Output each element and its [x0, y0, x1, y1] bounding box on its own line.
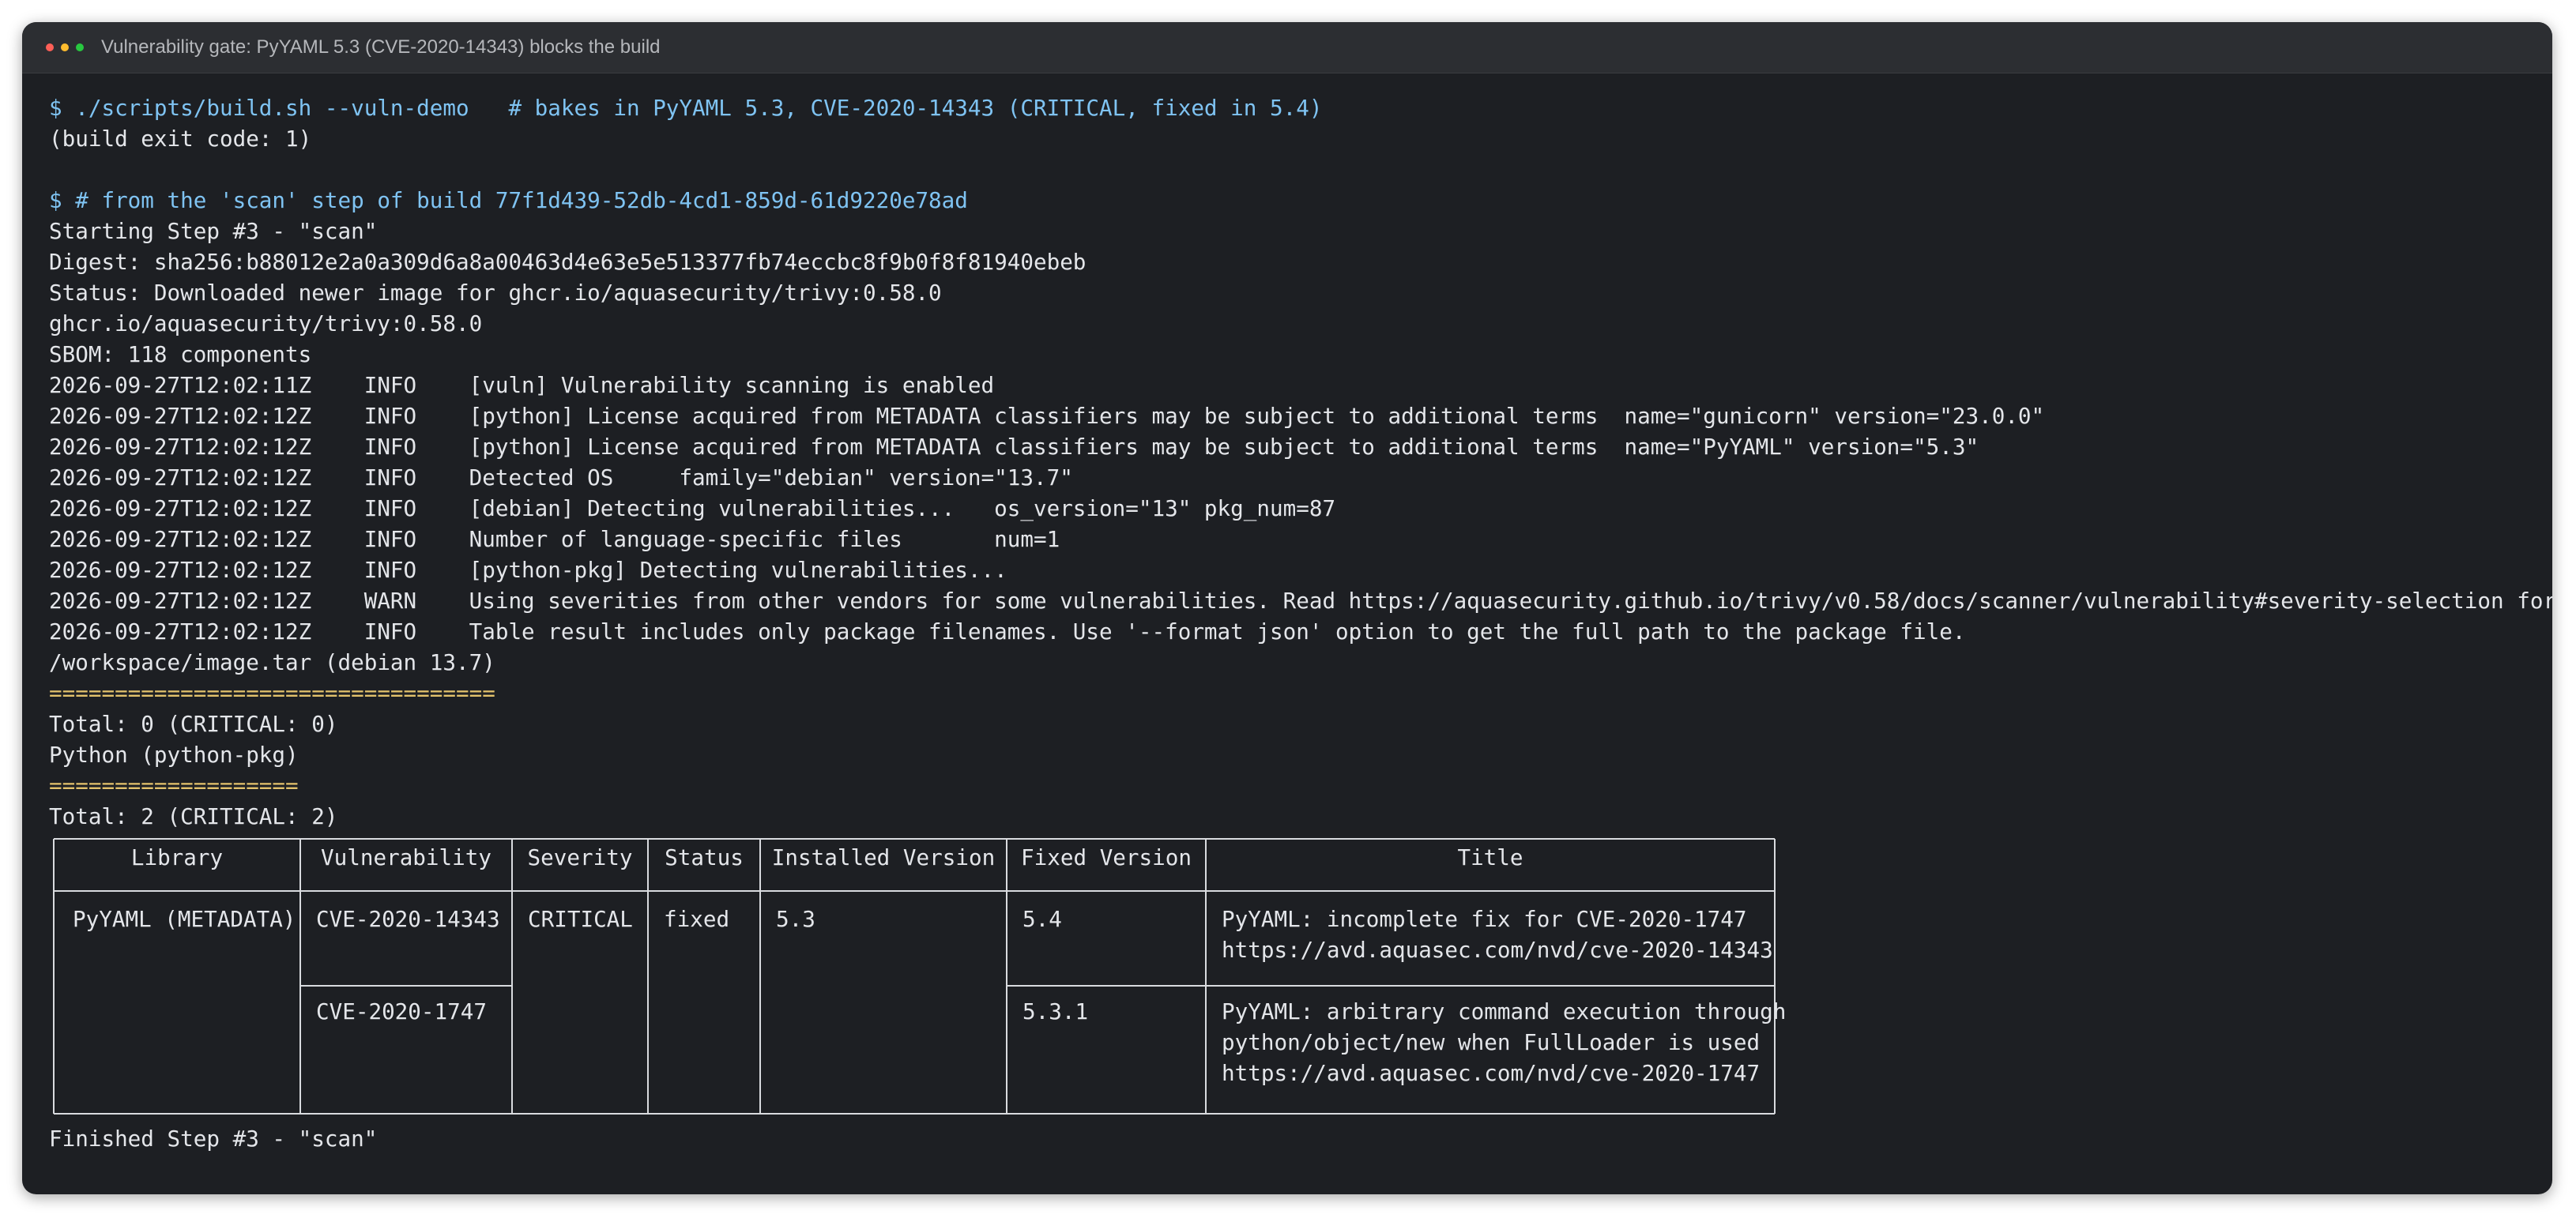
title-bar: Vulnerability gate: PyYAML 5.3 (CVE-2020…: [22, 22, 2552, 73]
command-line: $ ./scripts/build.sh --vuln-demo # bakes…: [49, 95, 1323, 121]
terminal-window: Vulnerability gate: PyYAML 5.3 (CVE-2020…: [22, 22, 2552, 1194]
output-line: 2026-09-27T12:02:12Z INFO Detected OS fa…: [49, 464, 1073, 491]
cell-title-1-line-1: PyYAML: incomplete fix for CVE-2020-1747: [1222, 906, 1747, 932]
minimize-button[interactable]: [61, 43, 69, 51]
cell-vulnerability-2: CVE-2020-1747: [316, 998, 487, 1024]
table-header-status: Status: [665, 844, 744, 870]
window-controls: [46, 43, 84, 51]
output-line: ghcr.io/aquasecurity/trivy:0.58.0: [49, 310, 483, 336]
window-title: Vulnerability gate: PyYAML 5.3 (CVE-2020…: [101, 36, 661, 58]
cell-fixed-version-1: 5.4: [1022, 906, 1062, 932]
finished-step-line: Finished Step #3 - "scan": [49, 1126, 378, 1152]
cell-title-2-line-2: python/object/new when FullLoader is use…: [1222, 1029, 1761, 1055]
output-line: /workspace/image.tar (debian 13.7): [49, 649, 495, 675]
cell-severity: CRITICAL: [528, 906, 633, 932]
output-line: (build exit code: 1): [49, 126, 312, 152]
log-lines: $ ./scripts/build.sh --vuln-demo # bakes…: [49, 92, 2552, 832]
cell-status: fixed: [664, 906, 730, 932]
output-line: Total: 2 (CRITICAL: 2): [49, 803, 338, 829]
separator-line: ==================================: [49, 680, 495, 706]
output-line: Python (python-pkg): [49, 742, 299, 768]
output-line: Total: 0 (CRITICAL: 0): [49, 711, 338, 737]
output-line: 2026-09-27T12:02:12Z INFO [python] Licen…: [49, 403, 2045, 429]
cell-title-2-line-1: PyYAML: arbitrary command execution thro…: [1222, 998, 1787, 1024]
close-button[interactable]: [46, 43, 54, 51]
cell-library: PyYAML (METADATA): [73, 906, 296, 932]
table-header-fixed-version: Fixed Version: [1021, 844, 1192, 870]
output-line: 2026-09-27T12:02:11Z INFO [vuln] Vulnera…: [49, 372, 995, 398]
output-line: 2026-09-27T12:02:12Z INFO Number of lang…: [49, 526, 1060, 552]
separator-line: ===================: [49, 773, 299, 799]
output-line: 2026-09-27T12:02:12Z INFO [debian] Detec…: [49, 495, 1336, 521]
table-header-severity: Severity: [527, 844, 633, 870]
output-line: Digest: sha256:b88012e2a0a309d6a8a00463d…: [49, 249, 1087, 275]
cell-vulnerability-1: CVE-2020-14343: [316, 906, 500, 932]
cell-title-1-line-2: https://avd.aquasec.com/nvd/cve-2020-143…: [1222, 937, 1773, 963]
table-header-library: Library: [130, 844, 224, 870]
terminal-output[interactable]: $ ./scripts/build.sh --vuln-demo # bakes…: [22, 73, 2552, 1154]
vulnerability-table: Library Vulnerability Severity Status In…: [49, 834, 1786, 1122]
command-line: $ # from the 'scan' step of build 77f1d4…: [49, 187, 968, 213]
output-line: SBOM: 118 components: [49, 341, 312, 367]
output-line: 2026-09-27T12:02:12Z INFO [python] Licen…: [49, 434, 1979, 460]
table-header-installed-version: Installed Version: [771, 844, 996, 870]
output-line: 2026-09-27T12:02:12Z WARN Using severiti…: [49, 588, 2552, 614]
cell-installed-version: 5.3: [776, 906, 815, 932]
cell-fixed-version-2: 5.3.1: [1022, 998, 1089, 1024]
output-line: Status: Downloaded newer image for ghcr.…: [49, 280, 942, 306]
output-line: 2026-09-27T12:02:12Z INFO [python-pkg] D…: [49, 557, 1007, 583]
output-line: Starting Step #3 - "scan": [49, 218, 378, 244]
table-header-title: Title: [1457, 844, 1523, 870]
cell-title-2-line-3: https://avd.aquasec.com/nvd/cve-2020-174…: [1222, 1060, 1761, 1086]
output-line: 2026-09-27T12:02:12Z INFO Table result i…: [49, 618, 1966, 645]
table-header-vulnerability: Vulnerability: [321, 844, 491, 870]
zoom-button[interactable]: [76, 43, 84, 51]
